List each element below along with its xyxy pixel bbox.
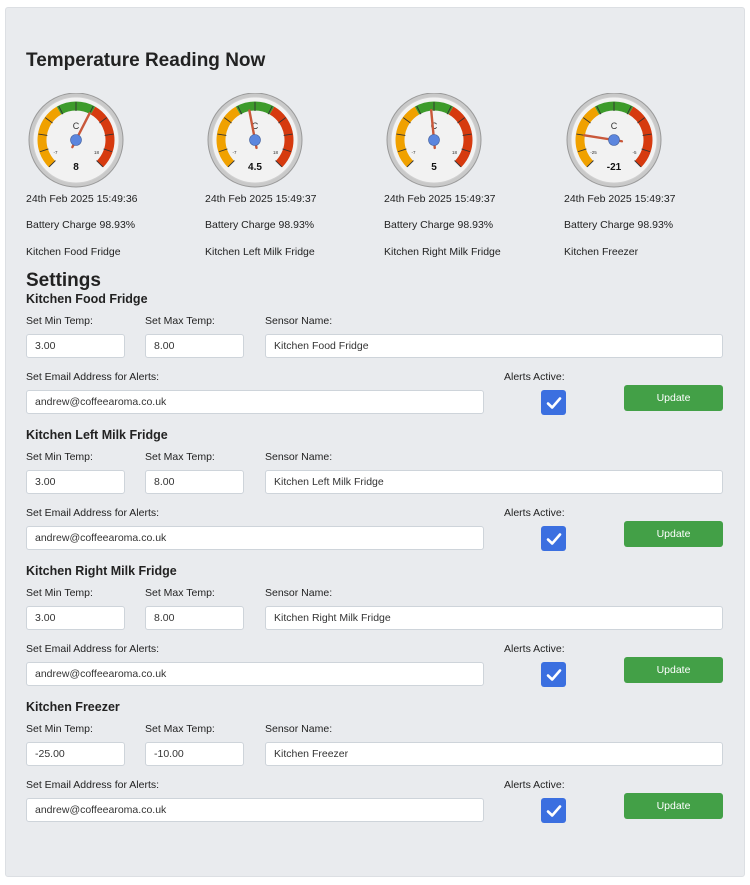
- alerts-active-label: Alerts Active:: [504, 371, 565, 383]
- gauge-unit: C: [73, 121, 80, 131]
- max-temp-input[interactable]: [145, 334, 244, 358]
- gauge-battery: Battery Charge 98.93%: [26, 219, 136, 231]
- sensor-settings: Kitchen Food Fridge Set Min Temp: Set Ma…: [26, 292, 726, 428]
- min-temp-input[interactable]: [26, 742, 125, 766]
- gauge-row: C -7 18 8 24th Feb 2025 15:49:36 Battery Ch…: [26, 93, 726, 263]
- temperature-gauge: C -25 -5 -21: [566, 93, 662, 188]
- email-input[interactable]: [26, 662, 484, 686]
- gauge-battery: Battery Charge 98.93%: [564, 219, 674, 231]
- sensor-title: Kitchen Food Fridge: [26, 292, 148, 306]
- alerts-active-label: Alerts Active:: [504, 779, 565, 791]
- gauge-hub: [249, 134, 261, 146]
- min-temp-input[interactable]: [26, 606, 125, 630]
- sensor-title: Kitchen Right Milk Fridge: [26, 564, 177, 578]
- update-button[interactable]: Update: [624, 521, 723, 547]
- page-title: Temperature Reading Now: [26, 50, 266, 71]
- sensor-name-input[interactable]: [265, 606, 723, 630]
- gauge-min-label: -25: [590, 150, 597, 155]
- min-temp-label: Set Min Temp:: [26, 315, 93, 327]
- checkmark-icon: [546, 804, 561, 817]
- checkmark-icon: [546, 396, 561, 409]
- gauge-hub: [428, 134, 440, 146]
- alerts-active-checkbox[interactable]: [541, 798, 566, 823]
- sensor-name-label: Sensor Name:: [265, 315, 333, 327]
- gauge-max-label: -5: [633, 150, 637, 155]
- sensor-name-input[interactable]: [265, 470, 723, 494]
- gauge-value: 5: [431, 162, 437, 173]
- gauge-timestamp: 24th Feb 2025 15:49:37: [564, 193, 676, 205]
- sensor-name-label: Sensor Name:: [265, 723, 333, 735]
- min-temp-label: Set Min Temp:: [26, 451, 93, 463]
- sensor-settings: Kitchen Right Milk Fridge Set Min Temp: …: [26, 564, 726, 700]
- alerts-active-checkbox[interactable]: [541, 662, 566, 687]
- gauge-hub: [608, 134, 620, 146]
- gauge-battery: Battery Charge 98.93%: [205, 219, 315, 231]
- checkmark-icon: [546, 668, 561, 681]
- max-temp-input[interactable]: [145, 470, 244, 494]
- gauge-hub: [70, 134, 82, 146]
- gauge-sensor-name: Kitchen Right Milk Fridge: [384, 246, 501, 258]
- gauge-timestamp: 24th Feb 2025 15:49:36: [26, 193, 138, 205]
- max-temp-label: Set Max Temp:: [145, 587, 215, 599]
- email-label: Set Email Address for Alerts:: [26, 779, 160, 791]
- gauge-max-label: 18: [94, 150, 100, 155]
- checkmark-icon: [546, 532, 561, 545]
- email-label: Set Email Address for Alerts:: [26, 371, 160, 383]
- gauge-max-label: 18: [273, 150, 279, 155]
- gauge-value: 8: [73, 162, 79, 173]
- update-button[interactable]: Update: [624, 657, 723, 683]
- gauge-unit: C: [611, 121, 618, 131]
- alerts-active-checkbox[interactable]: [541, 526, 566, 551]
- gauge-timestamp: 24th Feb 2025 15:49:37: [384, 193, 496, 205]
- min-temp-input[interactable]: [26, 470, 125, 494]
- gauge-card: C -7 18 4.5 24th Feb 2025 15:49:37 Battery …: [205, 93, 385, 258]
- gauge-min-label: -7: [411, 150, 415, 155]
- email-input[interactable]: [26, 798, 484, 822]
- alerts-active-label: Alerts Active:: [504, 507, 565, 519]
- sensor-name-label: Sensor Name:: [265, 451, 333, 463]
- max-temp-label: Set Max Temp:: [145, 315, 215, 327]
- sensor-name-input[interactable]: [265, 334, 723, 358]
- sensor-settings: Kitchen Left Milk Fridge Set Min Temp: S…: [26, 428, 726, 564]
- gauge-min-label: -7: [53, 150, 57, 155]
- gauge-card: C -7 18 8 24th Feb 2025 15:49:36 Battery Ch…: [26, 93, 206, 258]
- gauge-battery: Battery Charge 98.93%: [384, 219, 494, 231]
- gauge-card: C -25 -5 -21 24th Feb 2025 15:49:37 Battery…: [564, 93, 744, 258]
- max-temp-label: Set Max Temp:: [145, 723, 215, 735]
- sensor-title: Kitchen Freezer: [26, 700, 120, 714]
- gauge-min-label: -7: [232, 150, 236, 155]
- gauge-card: C -7 18 5 24th Feb 2025 15:49:37 Battery Ch…: [384, 93, 564, 258]
- max-temp-label: Set Max Temp:: [145, 451, 215, 463]
- max-temp-input[interactable]: [145, 742, 244, 766]
- gauge-sensor-name: Kitchen Freezer: [564, 246, 639, 258]
- gauge-sensor-name: Kitchen Left Milk Fridge: [205, 246, 315, 258]
- gauge-timestamp: 24th Feb 2025 15:49:37: [205, 193, 317, 205]
- sensor-name-label: Sensor Name:: [265, 587, 333, 599]
- sensor-title: Kitchen Left Milk Fridge: [26, 428, 168, 442]
- update-button[interactable]: Update: [624, 793, 723, 819]
- gauge-sensor-name: Kitchen Food Fridge: [26, 246, 121, 258]
- gauge-max-label: 18: [452, 150, 458, 155]
- temperature-gauge: C -7 18 8: [28, 93, 124, 188]
- email-input[interactable]: [26, 390, 484, 414]
- email-label: Set Email Address for Alerts:: [26, 643, 160, 655]
- email-label: Set Email Address for Alerts:: [26, 507, 160, 519]
- gauge-value: 4.5: [248, 162, 262, 173]
- temperature-gauge: C-7 185: [386, 93, 482, 188]
- min-temp-input[interactable]: [26, 334, 125, 358]
- temperature-gauge: C-7 184.5: [207, 93, 303, 188]
- settings-title: Settings: [26, 270, 101, 291]
- alerts-active-checkbox[interactable]: [541, 390, 566, 415]
- email-input[interactable]: [26, 526, 484, 550]
- update-button[interactable]: Update: [624, 385, 723, 411]
- main-panel: Temperature Reading Now C -7 18 8 24th Feb …: [5, 7, 745, 877]
- min-temp-label: Set Min Temp:: [26, 723, 93, 735]
- sensor-name-input[interactable]: [265, 742, 723, 766]
- max-temp-input[interactable]: [145, 606, 244, 630]
- sensor-settings: Kitchen Freezer Set Min Temp: Set Max Te…: [26, 700, 726, 836]
- min-temp-label: Set Min Temp:: [26, 587, 93, 599]
- alerts-active-label: Alerts Active:: [504, 643, 565, 655]
- gauge-value: -21: [607, 162, 622, 173]
